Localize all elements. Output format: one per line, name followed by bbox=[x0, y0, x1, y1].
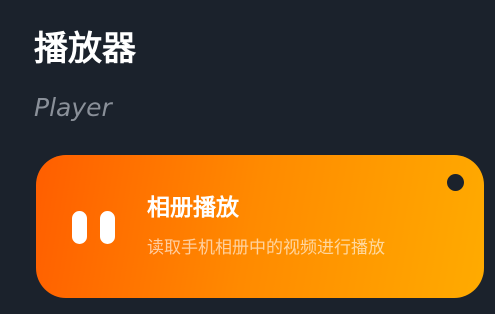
pause-icon bbox=[72, 211, 116, 244]
pause-bar-right bbox=[100, 211, 115, 244]
pause-bar-left bbox=[72, 211, 87, 244]
card-description: 读取手机相册中的视频进行播放 bbox=[147, 238, 385, 258]
page-title: 播放器 bbox=[34, 29, 136, 69]
card-dot-indicator bbox=[447, 174, 464, 191]
album-playback-card[interactable]: 相册播放 读取手机相册中的视频进行播放 bbox=[36, 155, 484, 298]
card-title: 相册播放 bbox=[147, 195, 239, 221]
page-subtitle: Player bbox=[34, 93, 112, 122]
